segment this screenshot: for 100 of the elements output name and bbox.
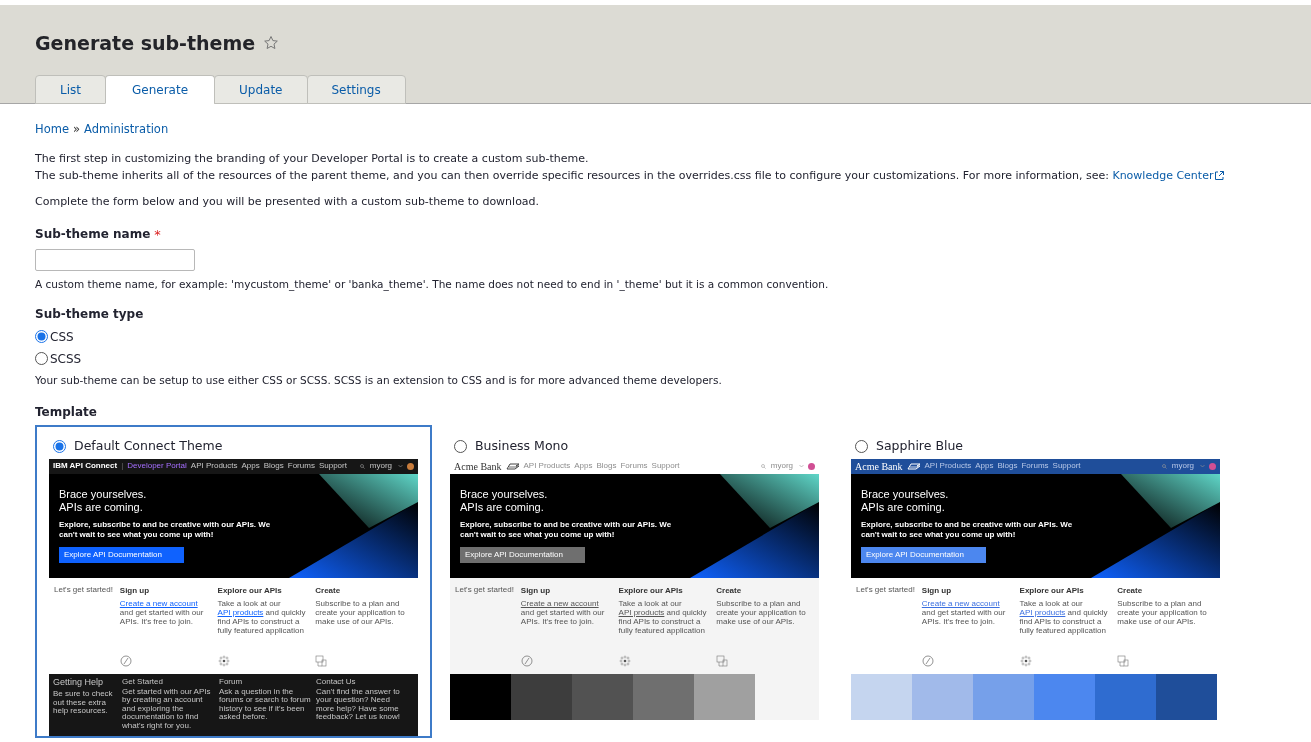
external-link-icon: [1214, 170, 1226, 182]
tab[interactable]: Settings: [306, 75, 406, 104]
hero-text: Explore, subscribe to and be creative with our APIs. We can't wait to see what you come up with!: [861, 519, 1074, 540]
nav-link[interactable]: API Products: [523, 460, 571, 473]
nav-link[interactable]: Forums: [287, 460, 315, 473]
explore-button[interactable]: Explore API Documentation: [861, 546, 986, 563]
footer-text: Can't find the answer to your question? Need more help? Have some feedback? Let us know!: [316, 687, 402, 722]
tab[interactable]: List: [35, 75, 106, 104]
hero-heading: Brace yourselves. APIs are coming.: [59, 487, 148, 514]
user-menu[interactable]: myorg: [369, 460, 392, 473]
nav-link[interactable]: Apps: [975, 460, 994, 473]
nav-link[interactable]: Support: [1052, 460, 1081, 473]
hero-text: Explore, subscribe to and be creative with our APIs. We can't wait to see what you come up with!: [59, 519, 272, 540]
explore-button[interactable]: Explore API Documentation: [460, 546, 585, 563]
field-label: Sub-theme type: [35, 306, 145, 323]
breadcrumb-link[interactable]: Home: [35, 121, 69, 139]
nav-link[interactable]: Forums: [1021, 460, 1049, 473]
feature-title: Create: [315, 584, 342, 597]
tab[interactable]: Generate: [105, 75, 216, 104]
nav-link[interactable]: Blogs: [997, 460, 1018, 473]
sub-theme-name-field[interactable]: [35, 249, 195, 272]
node-cluster-icon: [1019, 654, 1032, 667]
nav-link[interactable]: Forums: [620, 460, 648, 473]
template-name: Business Mono: [475, 437, 569, 456]
section-heading: Let's get started!: [54, 584, 114, 595]
feature-title: Sign up: [119, 584, 151, 597]
wing-logo-icon: [505, 462, 520, 470]
feature-link[interactable]: Create a new account: [921, 598, 1000, 608]
devices-icon: [716, 654, 729, 667]
avatar[interactable]: [407, 462, 414, 470]
field-label: Template: [35, 403, 98, 421]
radio-button[interactable]: [35, 352, 48, 365]
nav-link[interactable]: Apps: [241, 460, 260, 473]
feature-text: Create a new account and get started with our APIs. It's free to join.: [520, 598, 606, 628]
search-icon: [359, 463, 365, 469]
feature-link[interactable]: API products: [217, 607, 264, 617]
radio-button[interactable]: [855, 440, 868, 454]
star-icon: [263, 35, 280, 51]
feature-title: Explore our APIs: [618, 584, 684, 597]
search-icon: [1161, 463, 1167, 469]
section-heading: Let's get started!: [455, 584, 515, 595]
nav-link[interactable]: Blogs: [263, 460, 284, 473]
nav-link[interactable]: API Products: [190, 460, 238, 473]
feature-title: Explore our APIs: [1019, 584, 1085, 597]
tab[interactable]: Update: [214, 75, 308, 104]
breadcrumb-link[interactable]: Administration: [84, 121, 169, 139]
help-text: Your sub-theme can be setup to use either CSS or SCSS. SCSS is an extension to CSS and is for more advanced theme developers.: [35, 373, 723, 388]
hero-heading: Brace yourselves. APIs are coming.: [460, 487, 549, 514]
caret-icon: [1200, 464, 1205, 469]
avatar[interactable]: [808, 462, 815, 470]
compass-icon: [119, 654, 132, 667]
knowledge-center-link[interactable]: Knowledge Center: [1112, 167, 1226, 185]
devices-icon: [1117, 654, 1130, 667]
search-icon: [760, 463, 766, 469]
nav-link[interactable]: Support: [651, 460, 680, 473]
caret-icon: [799, 464, 804, 469]
wing-logo-icon: [906, 462, 921, 470]
feature-text: Take a look at our API products and quickly find APIs to construct a fully featured application: [618, 598, 708, 637]
feature-link[interactable]: Create a new account: [520, 598, 599, 608]
user-menu[interactable]: myorg: [770, 460, 793, 473]
compass-icon: [520, 654, 533, 667]
instructions-text: Complete the form below and you will be presented with a custom sub-theme to download.: [35, 194, 541, 211]
brand-name: Acme Bank: [855, 459, 903, 474]
feature-title: Create: [1117, 584, 1144, 597]
feature-title: Sign up: [520, 584, 552, 597]
brand-name: IBM API Connect: [53, 460, 118, 473]
nav-link[interactable]: Apps: [574, 460, 593, 473]
feature-text: Take a look at our API products and quickly find APIs to construct a fully featured application: [217, 598, 307, 637]
footer-heading: Contact Us: [316, 675, 357, 688]
feature-text: Create a new account and get started with our APIs. It's free to join.: [119, 598, 205, 628]
radio-button[interactable]: [454, 440, 467, 454]
radio-button-selected[interactable]: [53, 440, 66, 454]
footer-text: Ask a question in the forums or search to forum history to see if it's been asked before.: [219, 687, 312, 722]
footer-text: Get started with our APIs by creating an account and exploring the documentation to find what's right for you.: [122, 687, 212, 731]
nav-link[interactable]: Developer Portal: [127, 460, 187, 473]
template-name: Sapphire Blue: [876, 437, 964, 456]
feature-text: Take a look at our API products and quickly find APIs to construct a fully featured application: [1019, 598, 1109, 637]
explore-button[interactable]: Explore API Documentation: [59, 546, 184, 563]
hero-text: Explore, subscribe to and be creative with our APIs. We can't wait to see what you come up with!: [460, 519, 673, 540]
feature-link[interactable]: Create a new account: [119, 598, 198, 608]
radio-button-selected[interactable]: [35, 330, 48, 343]
feature-text: Subscribe to a plan and create your application to make use of our APIs.: [1117, 598, 1208, 628]
caret-icon: [398, 464, 403, 469]
nav-link[interactable]: Support: [318, 460, 347, 473]
help-text: A custom theme name, for example: 'mycustom_theme' or 'banka_theme'. The name does not need to end in '_theme' but it is a common convention.: [35, 277, 830, 293]
required-mark: *: [154, 225, 161, 244]
nav-link[interactable]: API Products: [924, 460, 972, 473]
node-cluster-icon: [217, 654, 230, 667]
nav-link[interactable]: Blogs: [596, 460, 617, 473]
footer-heading: Get Started: [122, 675, 164, 688]
field-label: Sub-theme name: [35, 225, 151, 243]
user-menu[interactable]: myorg: [1171, 460, 1194, 473]
footer-heading: Forum: [219, 675, 244, 688]
section-heading: Let's get started!: [856, 584, 916, 595]
feature-link[interactable]: API products: [618, 607, 665, 617]
radio-label: CSS: [50, 328, 74, 346]
feature-title: Explore our APIs: [217, 584, 283, 597]
template-name: Default Connect Theme: [74, 437, 223, 456]
feature-link[interactable]: API products: [1019, 607, 1066, 617]
feature-text: Create a new account and get started with our APIs. It's free to join.: [921, 598, 1007, 628]
